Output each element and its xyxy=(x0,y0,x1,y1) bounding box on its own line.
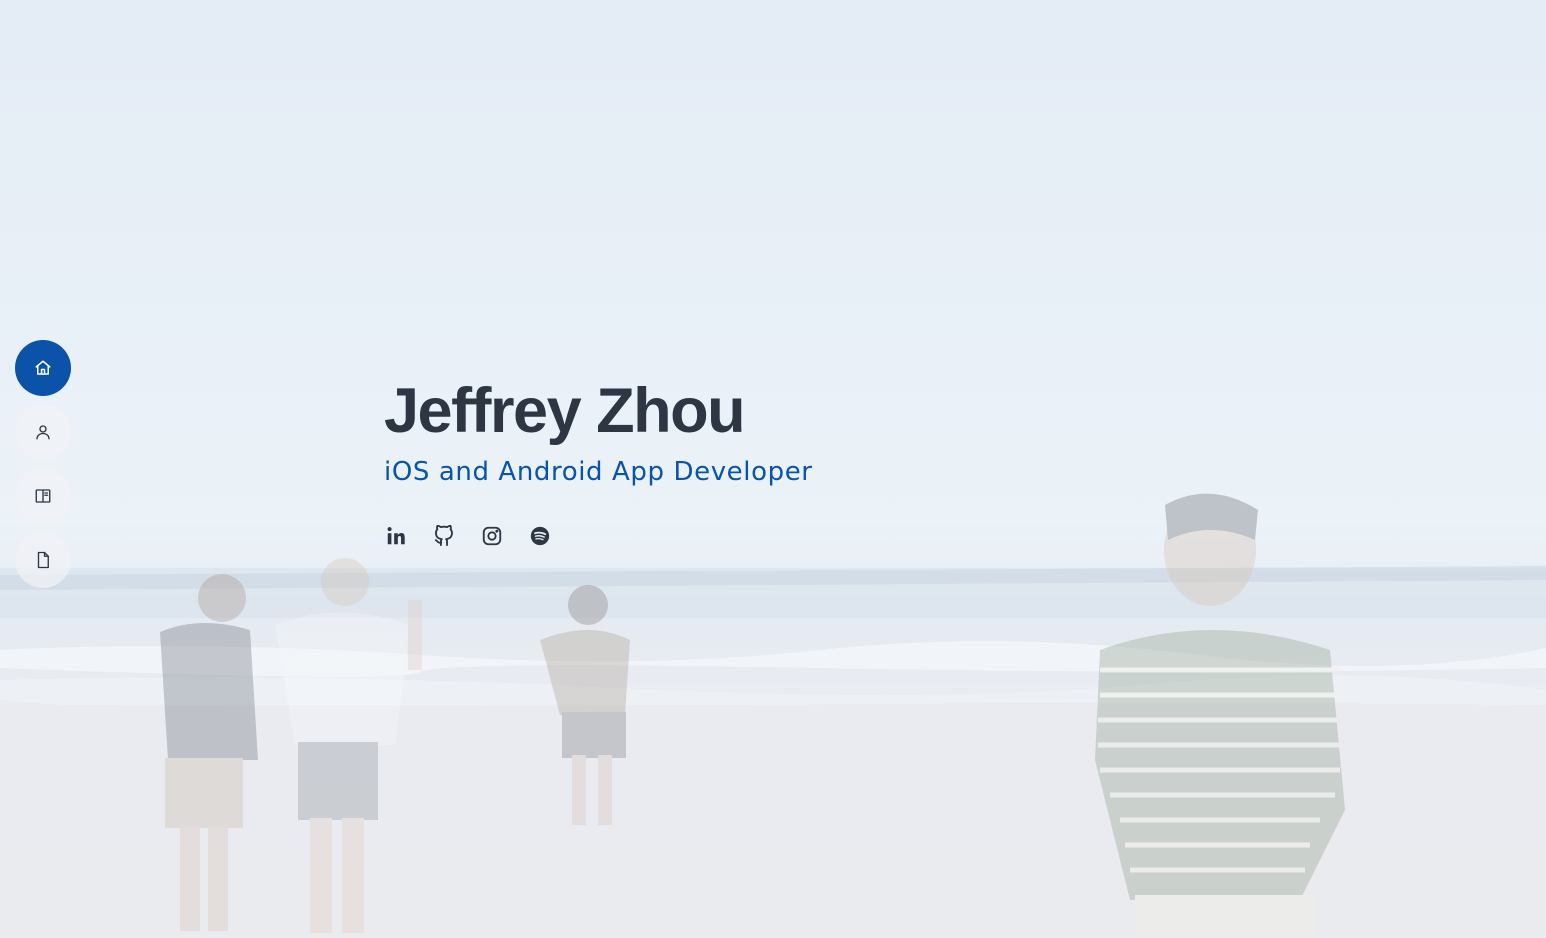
github-link[interactable] xyxy=(432,524,456,548)
linkedin-link[interactable] xyxy=(384,524,408,548)
page: Jeffrey Zhou iOS and Android App Develop… xyxy=(0,0,1546,938)
nav-about-button[interactable] xyxy=(15,404,71,460)
hero-role: iOS and Android App Developer xyxy=(384,457,813,487)
nav-resume-button[interactable] xyxy=(15,468,71,524)
side-navigation xyxy=(15,340,71,588)
linkedin-icon xyxy=(387,527,405,545)
nav-home-button[interactable] xyxy=(15,340,71,396)
instagram-icon xyxy=(482,526,502,546)
spotify-link[interactable] xyxy=(528,524,552,548)
instagram-link[interactable] xyxy=(480,524,504,548)
nav-portfolio-button[interactable] xyxy=(15,532,71,588)
hero-section: Jeffrey Zhou iOS and Android App Develop… xyxy=(384,372,813,548)
spotify-icon xyxy=(530,526,550,546)
user-icon xyxy=(36,425,50,440)
book-icon xyxy=(35,489,51,503)
home-icon xyxy=(35,360,51,375)
file-icon xyxy=(37,551,49,569)
github-icon xyxy=(434,525,453,547)
hero-name: Jeffrey Zhou xyxy=(384,376,746,446)
social-links xyxy=(384,524,813,548)
